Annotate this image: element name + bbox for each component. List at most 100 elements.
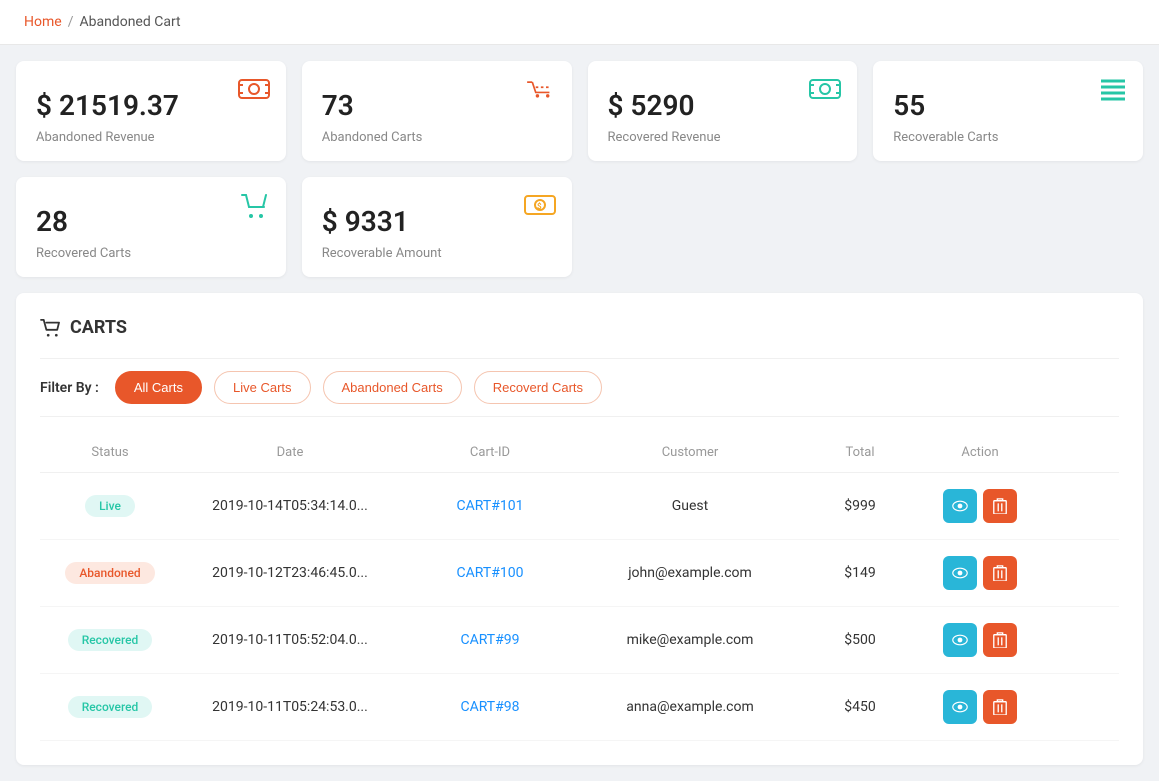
stats-row-2: 28 Recovered Carts $ $ 9331 Recoverable … [16, 177, 1143, 277]
cell-status: Recovered [40, 629, 180, 651]
trash-icon [993, 498, 1007, 514]
cart-red-icon [524, 77, 556, 107]
cell-status: Recovered [40, 696, 180, 718]
eye-icon [952, 500, 968, 512]
stats-section: $ 21519.37 Abandoned Revenue 73 Abandone… [0, 45, 1159, 293]
carts-title: CARTS [40, 317, 1119, 338]
cart-id-link[interactable]: CART#100 [457, 565, 524, 581]
col-status: Status [40, 445, 180, 460]
cell-action [920, 556, 1040, 590]
table-body: Live 2019-10-14T05:34:14.0... CART#101 G… [40, 473, 1119, 741]
cart-green-icon [240, 193, 270, 225]
cell-customer: john@example.com [580, 565, 800, 581]
filter-label: Filter By : [40, 380, 99, 396]
status-badge: Abandoned [65, 562, 154, 584]
breadcrumb-current: Abandoned Cart [79, 14, 180, 30]
stats-placeholder-1 [588, 177, 858, 277]
cell-cart-id: CART#100 [400, 565, 580, 581]
eye-icon [952, 567, 968, 579]
delete-button[interactable] [983, 623, 1017, 657]
filter-recovered-carts[interactable]: Recoverd Carts [474, 371, 602, 404]
eye-icon [952, 701, 968, 713]
col-total: Total [800, 445, 920, 460]
cell-cart-id: CART#98 [400, 699, 580, 715]
cell-date: 2019-10-14T05:34:14.0... [180, 498, 400, 514]
cell-customer: Guest [580, 498, 800, 514]
carts-title-text: CARTS [70, 317, 127, 338]
filter-abandoned-carts[interactable]: Abandoned Carts [323, 371, 462, 404]
delete-button[interactable] [983, 489, 1017, 523]
status-badge: Recovered [68, 629, 153, 651]
cell-total: $149 [800, 565, 920, 581]
status-badge: Recovered [68, 696, 153, 718]
recoverable-carts-value: 55 [893, 89, 1123, 122]
stat-recovered-revenue: $ 5290 Recovered Revenue [588, 61, 858, 161]
table-header: Status Date Cart-ID Customer Total Actio… [40, 437, 1119, 473]
abandoned-carts-label: Abandoned Carts [322, 130, 552, 145]
trash-icon [993, 565, 1007, 581]
trash-icon [993, 699, 1007, 715]
carts-title-icon [40, 319, 60, 337]
delete-button[interactable] [983, 556, 1017, 590]
recoverable-carts-label: Recoverable Carts [893, 130, 1123, 145]
svg-text:$: $ [537, 202, 542, 211]
recovered-carts-value: 28 [36, 205, 266, 238]
status-badge: Live [85, 495, 135, 517]
trash-icon [993, 632, 1007, 648]
col-cart-id: Cart-ID [400, 445, 580, 460]
view-button[interactable] [943, 489, 977, 523]
money-red-icon [238, 77, 270, 107]
cell-date: 2019-10-11T05:24:53.0... [180, 699, 400, 715]
cell-customer: mike@example.com [580, 632, 800, 648]
cart-id-link[interactable]: CART#98 [460, 699, 519, 715]
stat-recoverable-carts: 55 Recoverable Carts [873, 61, 1143, 161]
table-row: Recovered 2019-10-11T05:24:53.0... CART#… [40, 674, 1119, 741]
abandoned-revenue-label: Abandoned Revenue [36, 130, 266, 145]
col-customer: Customer [580, 445, 800, 460]
cell-total: $999 [800, 498, 920, 514]
breadcrumb: Home / Abandoned Cart [0, 0, 1159, 45]
abandoned-carts-value: 73 [322, 89, 552, 122]
money-yellow-icon: $ [524, 193, 556, 223]
recoverable-amount-label: Recoverable Amount [322, 246, 552, 261]
cell-date: 2019-10-12T23:46:45.0... [180, 565, 400, 581]
list-green-icon [1099, 77, 1127, 107]
recovered-revenue-value: $ 5290 [608, 89, 838, 122]
cell-total: $500 [800, 632, 920, 648]
carts-section: CARTS Filter By : All Carts Live Carts A… [16, 293, 1143, 765]
recovered-carts-label: Recovered Carts [36, 246, 266, 261]
view-button[interactable] [943, 690, 977, 724]
cell-cart-id: CART#101 [400, 498, 580, 514]
filter-live-carts[interactable]: Live Carts [214, 371, 311, 404]
breadcrumb-separator: / [68, 14, 74, 30]
stat-recovered-carts: 28 Recovered Carts [16, 177, 286, 277]
breadcrumb-home[interactable]: Home [24, 14, 62, 30]
filter-all-carts[interactable]: All Carts [115, 371, 202, 404]
recoverable-amount-value: $ 9331 [322, 205, 552, 238]
eye-icon [952, 634, 968, 646]
table-row: Abandoned 2019-10-12T23:46:45.0... CART#… [40, 540, 1119, 607]
cell-cart-id: CART#99 [400, 632, 580, 648]
stat-abandoned-revenue: $ 21519.37 Abandoned Revenue [16, 61, 286, 161]
cell-status: Live [40, 495, 180, 517]
cell-status: Abandoned [40, 562, 180, 584]
abandoned-revenue-value: $ 21519.37 [36, 89, 266, 122]
cell-action [920, 623, 1040, 657]
recovered-revenue-label: Recovered Revenue [608, 130, 838, 145]
carts-table: Status Date Cart-ID Customer Total Actio… [40, 437, 1119, 741]
cell-total: $450 [800, 699, 920, 715]
cart-id-link[interactable]: CART#99 [460, 632, 519, 648]
col-date: Date [180, 445, 400, 460]
stats-row-1: $ 21519.37 Abandoned Revenue 73 Abandone… [16, 61, 1143, 161]
money-green-icon [809, 77, 841, 107]
table-row: Live 2019-10-14T05:34:14.0... CART#101 G… [40, 473, 1119, 540]
delete-button[interactable] [983, 690, 1017, 724]
cell-date: 2019-10-11T05:52:04.0... [180, 632, 400, 648]
cart-id-link[interactable]: CART#101 [457, 498, 524, 514]
cell-action [920, 489, 1040, 523]
stat-recoverable-amount: $ $ 9331 Recoverable Amount [302, 177, 572, 277]
filter-bar: Filter By : All Carts Live Carts Abandon… [40, 358, 1119, 417]
view-button[interactable] [943, 556, 977, 590]
view-button[interactable] [943, 623, 977, 657]
cell-action [920, 690, 1040, 724]
